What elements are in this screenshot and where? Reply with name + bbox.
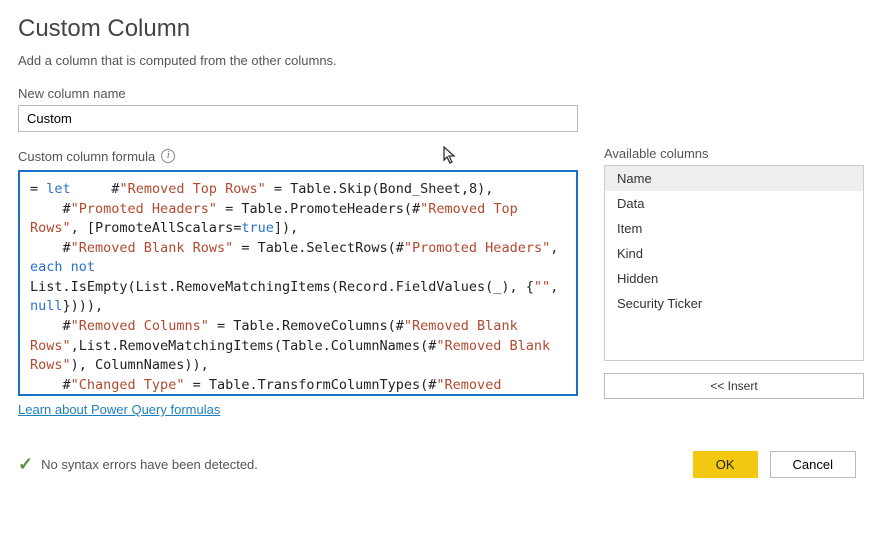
list-item[interactable]: Name bbox=[605, 166, 863, 191]
list-item[interactable]: Kind bbox=[605, 241, 863, 266]
new-column-name-input[interactable] bbox=[18, 105, 578, 132]
list-item[interactable]: Data bbox=[605, 191, 863, 216]
cancel-button[interactable]: Cancel bbox=[770, 451, 856, 478]
status-bar: ✓ No syntax errors have been detected. bbox=[18, 454, 258, 475]
available-columns-list[interactable]: NameDataItemKindHiddenSecurity Ticker bbox=[604, 165, 864, 361]
dialog-subtitle: Add a column that is computed from the o… bbox=[18, 53, 856, 68]
learn-link[interactable]: Learn about Power Query formulas bbox=[18, 402, 220, 417]
formula-label: Custom column formula bbox=[18, 149, 155, 164]
list-item[interactable]: Security Ticker bbox=[605, 291, 863, 316]
cursor-icon bbox=[442, 146, 458, 166]
ok-button[interactable]: OK bbox=[693, 451, 758, 478]
insert-button[interactable]: << Insert bbox=[604, 373, 864, 399]
dialog-title: Custom Column bbox=[18, 15, 856, 43]
list-item[interactable]: Item bbox=[605, 216, 863, 241]
status-message: No syntax errors have been detected. bbox=[41, 457, 258, 472]
list-item[interactable]: Hidden bbox=[605, 266, 863, 291]
info-icon[interactable]: i bbox=[161, 149, 175, 163]
check-icon: ✓ bbox=[18, 454, 33, 475]
new-column-name-label: New column name bbox=[18, 86, 856, 101]
available-columns-label: Available columns bbox=[604, 146, 864, 161]
formula-editor[interactable]: = let #"Removed Top Rows" = Table.Skip(B… bbox=[18, 170, 578, 396]
